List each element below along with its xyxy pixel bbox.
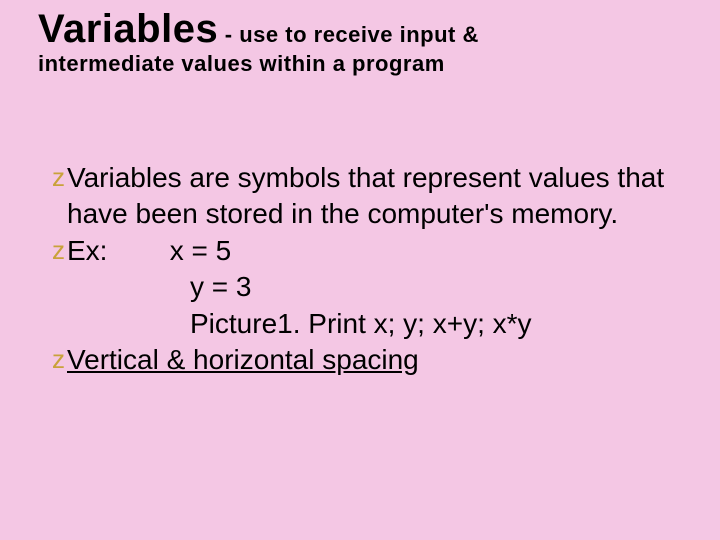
title-line-2: intermediate values within a program	[38, 52, 678, 75]
bullet-2: z Ex: x = 5	[52, 233, 672, 269]
title-rest: - use to receive input &	[218, 22, 479, 47]
bullet-2-label: Ex:	[67, 235, 107, 266]
bullet-2-eq3-row: Picture1. Print x; y; x+y; x*y	[52, 306, 672, 342]
bullet-2-eq2-row: y = 3	[52, 269, 672, 305]
slide: Variables - use to receive input & inter…	[0, 0, 720, 540]
title-block: Variables - use to receive input & inter…	[38, 8, 678, 75]
bullet-2-text: Ex: x = 5	[67, 233, 672, 269]
title-main: Variables	[38, 7, 218, 51]
bullet-2-eq3: Picture1. Print x; y; x+y; x*y	[190, 308, 532, 339]
bullet-3-text: Vertical & horizontal spacing	[67, 342, 672, 378]
body: z Variables are symbols that represent v…	[52, 160, 672, 378]
bullet-3: z Vertical & horizontal spacing	[52, 342, 672, 378]
bullet-icon: z	[52, 233, 65, 268]
bullet-icon: z	[52, 160, 65, 195]
bullet-1: z Variables are symbols that represent v…	[52, 160, 672, 233]
bullet-icon: z	[52, 342, 65, 377]
bullet-2-eq2: y = 3	[190, 271, 251, 302]
title-line-1: Variables - use to receive input &	[38, 8, 678, 50]
bullet-2-eq1: x = 5	[170, 235, 231, 266]
bullet-1-text: Variables are symbols that represent val…	[67, 160, 672, 233]
